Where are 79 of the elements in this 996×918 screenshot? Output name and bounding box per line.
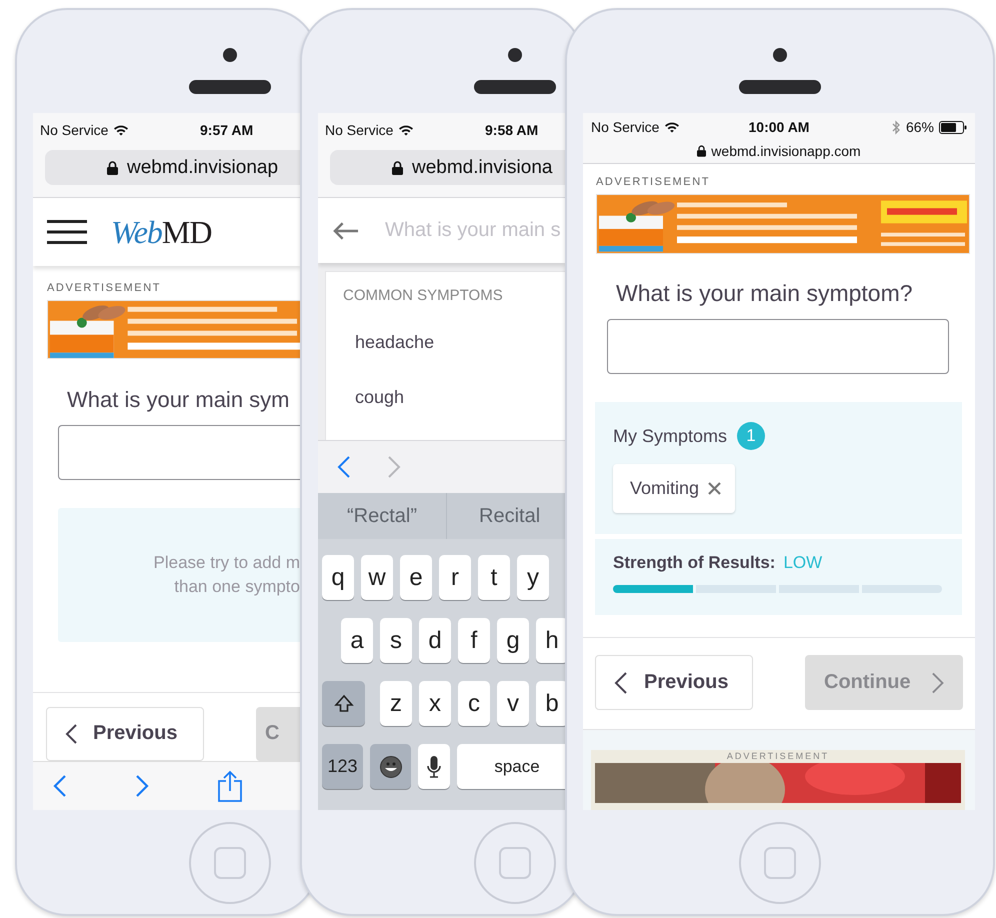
search-field[interactable]: What is your main s <box>385 219 565 242</box>
key[interactable]: v <box>497 681 529 726</box>
clock-time: 9:58 AM <box>485 122 538 138</box>
key[interactable]: r <box>439 555 471 600</box>
carrier-text: No Service <box>325 122 394 138</box>
key[interactable]: x <box>419 681 451 726</box>
key[interactable]: f <box>458 618 490 663</box>
chip-label: Vomiting <box>630 478 700 500</box>
microphone-icon <box>427 754 441 778</box>
hint-text: than one sympto <box>174 576 300 597</box>
camera-dot <box>223 48 237 62</box>
key[interactable]: b <box>536 681 565 726</box>
symptom-input[interactable] <box>607 319 949 374</box>
hint-text: Please try to add m <box>154 552 300 573</box>
battery-percent: 66% <box>906 119 934 135</box>
key[interactable]: h <box>536 618 565 663</box>
strength-label: Strength of Results: <box>613 552 776 573</box>
panel-title: My Symptoms <box>613 426 728 447</box>
carrier-text: No Service <box>40 122 108 138</box>
autocorrect-suggestion[interactable]: “Rectal” <box>318 493 447 539</box>
wifi-icon <box>664 121 680 133</box>
key[interactable]: a <box>341 618 373 663</box>
count-badge: 1 <box>737 422 766 450</box>
nav-button[interactable]: Previous <box>595 655 753 710</box>
back-icon[interactable] <box>53 774 67 798</box>
ad-label: ADVERTISEMENT <box>47 282 162 294</box>
clock-time: 9:57 AM <box>200 122 254 138</box>
address-bar[interactable]: webmd.invisionap <box>45 150 300 185</box>
lock-icon <box>392 160 403 174</box>
question-heading: What is your main sym <box>67 387 290 414</box>
clock-time: 10:00 AM <box>748 119 810 135</box>
chevron-left-icon <box>65 724 77 744</box>
lock-icon <box>697 145 706 157</box>
lock-icon <box>107 160 118 174</box>
strength-value: LOW <box>783 552 822 573</box>
key[interactable]: t <box>478 555 510 600</box>
carrier-text: No Service <box>591 119 660 135</box>
emoji-key[interactable] <box>370 744 411 789</box>
key[interactable]: s <box>380 618 412 663</box>
site-logo[interactable]: WebMD <box>111 214 212 250</box>
chevron-left-icon <box>614 672 628 694</box>
symptom-chip[interactable]: Vomiting <box>613 464 736 514</box>
share-icon[interactable] <box>217 770 243 802</box>
chevron-left-icon[interactable] <box>337 455 351 479</box>
back-arrow-icon[interactable] <box>332 220 359 240</box>
question-heading: What is your main symptom? <box>616 280 913 308</box>
shift-arrow-icon <box>334 694 354 714</box>
shift-key[interactable] <box>322 681 365 726</box>
camera-dot <box>773 48 787 62</box>
bluetooth-icon <box>892 120 901 134</box>
space-key[interactable]: space <box>457 744 565 789</box>
section-heading: COMMON SYMPTOMS <box>343 287 503 304</box>
autocorrect-suggestion[interactable]: Recital <box>447 493 565 539</box>
key[interactable]: c <box>458 681 490 726</box>
symptom-input[interactable] <box>58 425 300 480</box>
address-bar[interactable]: webmd.invisiona <box>330 150 565 185</box>
battery-icon <box>939 120 967 134</box>
smiley-icon <box>378 754 402 778</box>
ad-label: ADVERTISEMENT <box>726 751 830 761</box>
microphone-key[interactable] <box>418 744 450 789</box>
key[interactable]: g <box>497 618 529 663</box>
key[interactable]: 123 <box>322 744 363 789</box>
close-icon[interactable] <box>708 482 722 496</box>
key[interactable]: d <box>419 618 451 663</box>
wifi-icon <box>113 124 130 136</box>
key[interactable]: z <box>380 681 412 726</box>
key[interactable]: y <box>517 555 549 600</box>
menu-icon[interactable] <box>47 220 87 244</box>
forward-icon[interactable] <box>135 774 149 798</box>
key[interactable]: q <box>322 555 354 600</box>
suggestion-item[interactable]: headache <box>355 332 434 353</box>
wifi-icon <box>398 124 414 136</box>
camera-dot <box>508 48 522 62</box>
suggestion-item[interactable]: cough <box>355 387 404 408</box>
key[interactable]: e <box>400 555 432 600</box>
key[interactable]: w <box>361 555 393 600</box>
nav-button[interactable]: Previous <box>46 706 204 761</box>
chevron-right-icon <box>930 672 944 694</box>
ad-label: ADVERTISEMENT <box>596 176 710 188</box>
